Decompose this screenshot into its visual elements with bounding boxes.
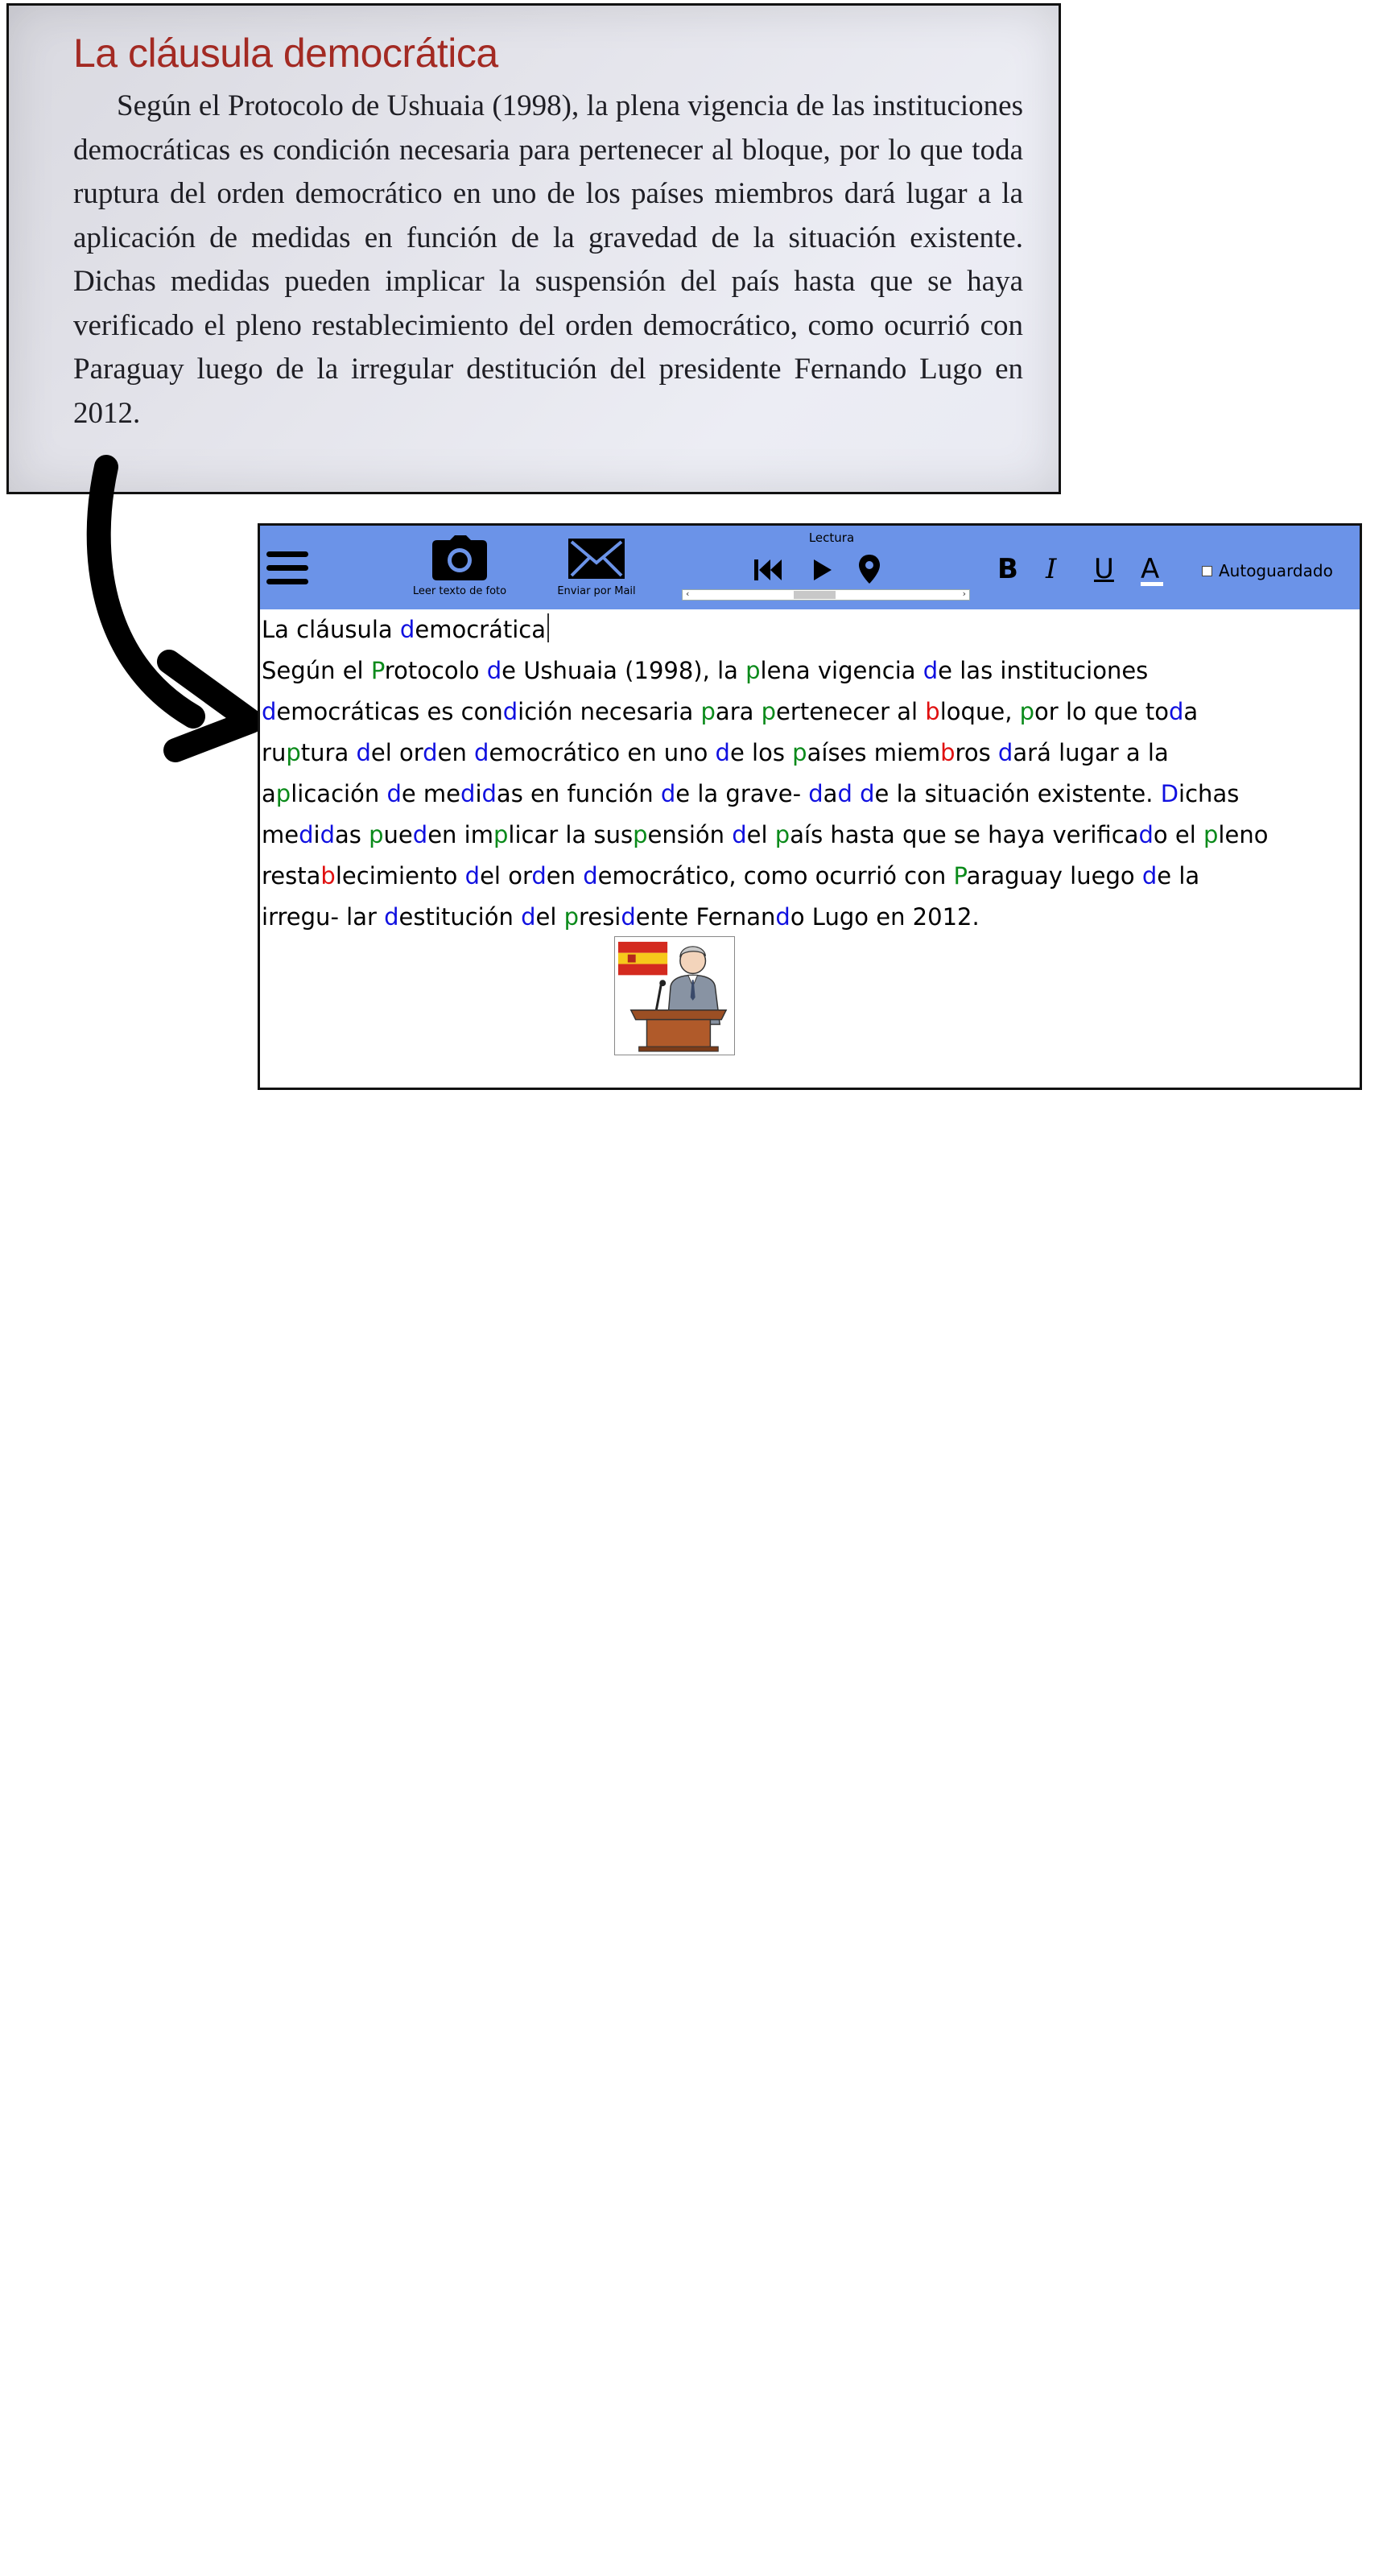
camera-caption: Leer texto de foto xyxy=(412,585,507,597)
editor-line: restablecimiento del orden democrático, … xyxy=(262,862,1200,890)
autosave-toggle[interactable]: Autoguardado xyxy=(1202,561,1333,580)
reading-label: Lectura xyxy=(808,530,855,545)
editor-line: aplicación de medidas en función de la g… xyxy=(262,780,1240,807)
italic-button[interactable]: I xyxy=(1046,553,1056,585)
editor-line: democráticas es condición necesaria para… xyxy=(262,698,1199,725)
reading-progress-slider[interactable]: ‹ › xyxy=(682,588,970,601)
underline-button[interactable]: U xyxy=(1094,553,1114,585)
autosave-label: Autoguardado xyxy=(1219,561,1333,580)
photo-body-text: Según el Protocolo de Ushuaia (1998), la… xyxy=(73,89,1023,430)
editor-line: medidas pueden implicar la suspensión de… xyxy=(262,821,1269,848)
mail-caption: Enviar por Mail xyxy=(557,585,636,597)
editor-line: ruptura del orden democrático en uno de … xyxy=(262,739,1169,766)
editor-line: La cláusula democrática xyxy=(262,609,1360,650)
play-icon[interactable] xyxy=(811,556,835,584)
editor-line: Según el Protocolo de Ushuaia (1998), la… xyxy=(262,657,1149,684)
text-color-label: A xyxy=(1141,553,1160,585)
editor-line: irregu- lar destitución del presidente F… xyxy=(262,903,980,931)
toolbar: Leer texto de foto Enviar por Mail Lectu… xyxy=(260,526,1360,609)
text-editor[interactable]: La cláusula democrática Según el Protoco… xyxy=(262,609,1360,938)
rewind-icon[interactable] xyxy=(753,556,785,584)
slider-thumb[interactable] xyxy=(794,591,836,599)
bold-button[interactable]: B xyxy=(997,553,1018,585)
photo-title: La cláusula democrática xyxy=(73,31,498,76)
book-photo: La cláusula democrática Según el Protoco… xyxy=(6,3,1061,494)
slider-right-arrow-icon[interactable]: › xyxy=(963,588,966,599)
send-mail-button[interactable]: Enviar por Mail xyxy=(545,535,648,605)
speaker-at-podium-pictogram xyxy=(614,936,735,1055)
text-color-button[interactable]: A xyxy=(1141,553,1163,586)
location-pin-icon[interactable] xyxy=(857,553,881,585)
mail-icon xyxy=(568,539,625,579)
autosave-checkbox[interactable] xyxy=(1202,565,1212,576)
slider-left-arrow-icon[interactable]: ‹ xyxy=(686,588,689,599)
camera-icon xyxy=(432,535,487,580)
reader-app-window: Leer texto de foto Enviar por Mail Lectu… xyxy=(258,523,1362,1090)
spain-flag-icon xyxy=(617,941,668,976)
text-caret xyxy=(547,613,550,642)
read-photo-text-button[interactable]: Leer texto de foto xyxy=(397,535,522,605)
hamburger-menu-icon[interactable] xyxy=(265,550,312,587)
